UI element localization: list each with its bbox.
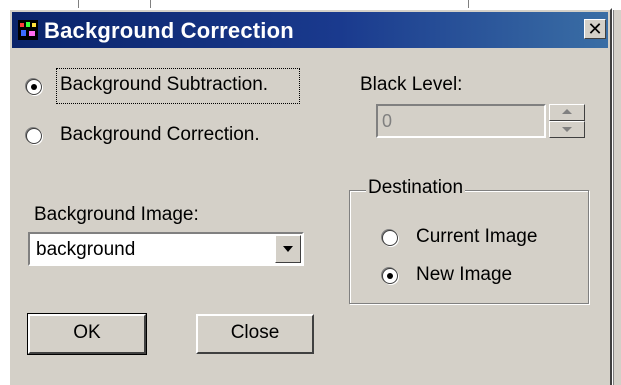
spin-up-icon[interactable] bbox=[549, 104, 585, 121]
dialog-title: Background Correction bbox=[44, 18, 294, 43]
close-icon[interactable]: ✕ bbox=[584, 19, 606, 39]
black-level-label: Black Level: bbox=[360, 74, 463, 95]
title-bar[interactable]: Background Correction ✕ bbox=[12, 12, 608, 48]
radio-background-correction[interactable] bbox=[26, 128, 42, 144]
down-triangle-glyph bbox=[283, 246, 293, 252]
dropdown-arrow-icon[interactable] bbox=[275, 235, 301, 263]
ok-button[interactable]: OK bbox=[27, 313, 147, 355]
radio-label-background-correction[interactable]: Background Correction. bbox=[60, 124, 260, 146]
black-level-spinner[interactable] bbox=[549, 104, 585, 138]
black-level-field[interactable] bbox=[376, 104, 546, 138]
close-glyph: ✕ bbox=[587, 19, 603, 39]
background-window-right bbox=[613, 10, 621, 385]
background-image-value: background bbox=[36, 239, 136, 260]
radio-new-image[interactable] bbox=[382, 268, 398, 284]
up-arrow-glyph bbox=[562, 109, 572, 114]
radio-dot bbox=[31, 84, 37, 90]
radio-current-image[interactable] bbox=[382, 230, 398, 246]
spin-down-icon[interactable] bbox=[549, 121, 585, 138]
radio-dot bbox=[387, 273, 393, 279]
radio-background-subtraction[interactable] bbox=[26, 79, 42, 95]
radio-label-background-subtraction[interactable]: Background Subtraction. bbox=[60, 74, 268, 96]
down-arrow-glyph bbox=[562, 127, 572, 132]
close-button[interactable]: Close bbox=[196, 314, 314, 354]
black-level-input[interactable] bbox=[378, 106, 544, 136]
background-image-select[interactable]: background bbox=[28, 232, 304, 266]
destination-legend: Destination bbox=[366, 177, 466, 199]
radio-label-current-image[interactable]: Current Image bbox=[416, 226, 537, 248]
radio-label-new-image[interactable]: New Image bbox=[416, 264, 512, 286]
background-image-label: Background Image: bbox=[34, 204, 199, 225]
app-icon bbox=[18, 20, 38, 40]
